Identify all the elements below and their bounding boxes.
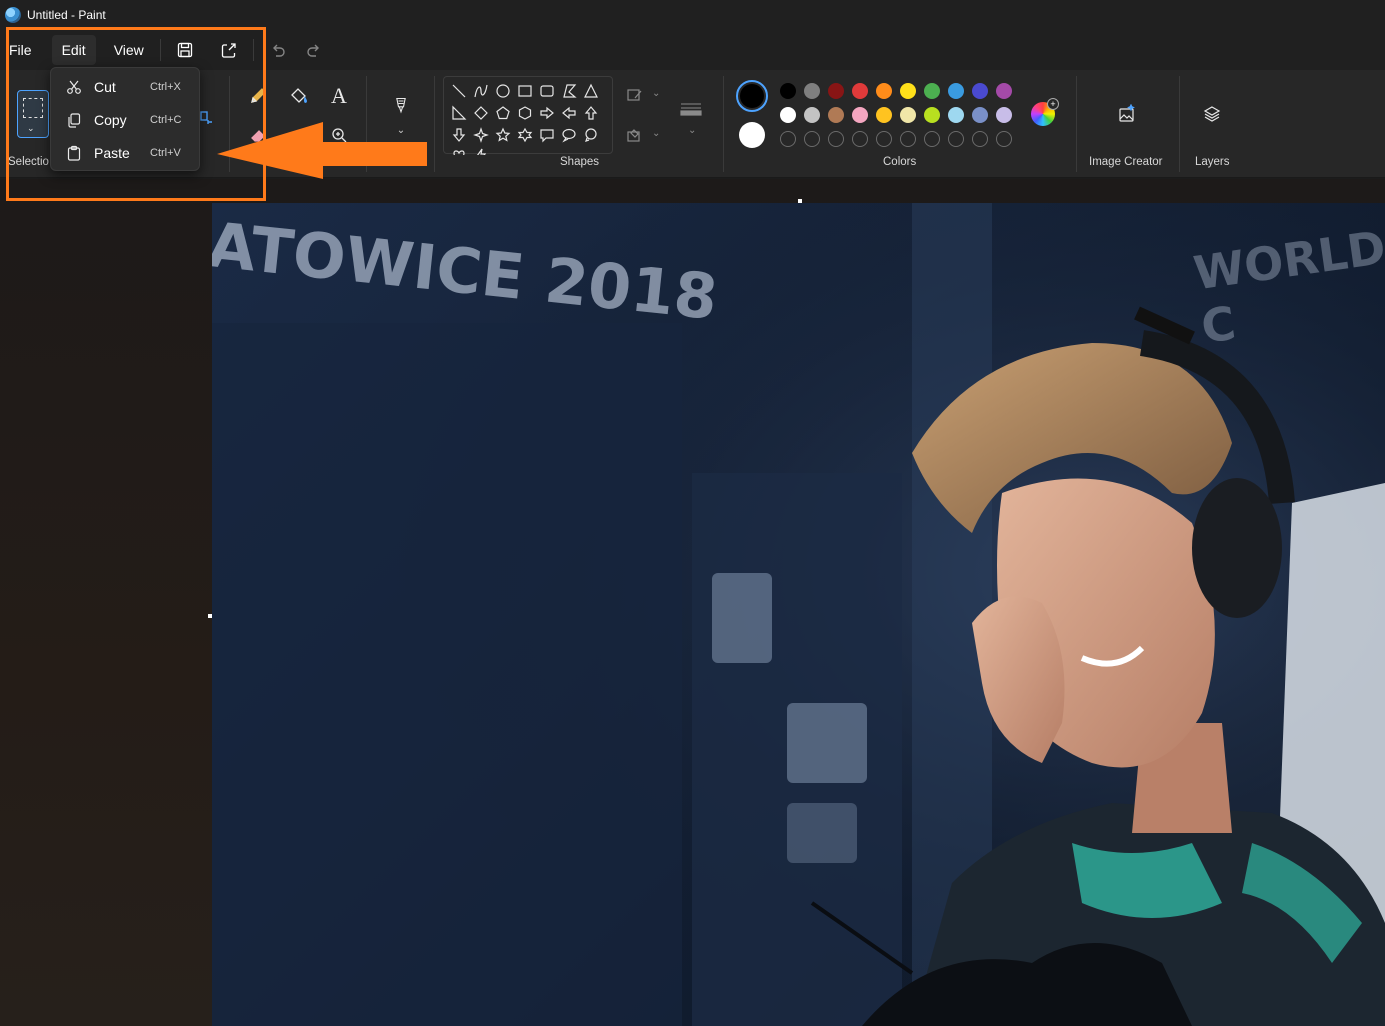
lightning-shape-icon[interactable] [473,147,489,155]
right-triangle-shape-icon[interactable] [451,105,467,121]
color-swatch[interactable] [996,107,1012,123]
paint-bucket-icon [291,88,308,103]
color-swatch[interactable] [804,83,820,99]
outline-pen-icon [627,89,642,101]
color-swatch[interactable] [828,107,844,123]
up-arrow-shape-icon[interactable] [583,105,599,121]
four-point-star-shape-icon[interactable] [473,127,489,143]
color-swatch[interactable] [948,107,964,123]
layers-button[interactable] [1200,102,1224,126]
primary-color-fill [740,84,764,108]
polygon-shape-icon[interactable] [561,83,577,99]
custom-color-slot[interactable] [900,131,916,147]
oval-callout-shape-icon[interactable] [561,127,577,143]
color-swatch[interactable] [852,107,868,123]
layers-icon [1203,106,1221,122]
secondary-color-swatch[interactable] [739,122,765,148]
line-shape-icon[interactable] [451,83,467,99]
image-creator-label: Image Creator [1089,156,1163,168]
rounded-rectangle-shape-icon[interactable] [539,83,555,99]
color-swatch[interactable] [948,83,964,99]
image-creator-button[interactable] [1115,102,1139,126]
text-a-icon: A [331,83,347,108]
triangle-shape-icon[interactable] [583,83,599,99]
window-title: Untitled - Paint [27,8,106,22]
custom-color-slot[interactable] [948,131,964,147]
layers-label: Layers [1195,156,1230,168]
color-swatch[interactable] [876,83,892,99]
shape-outline-button[interactable] [626,86,644,109]
rectangle-shape-icon[interactable] [517,83,533,99]
shapes-gallery [443,76,613,155]
redo-icon [307,44,319,57]
custom-color-slot[interactable] [852,131,868,147]
undo-icon [272,44,285,57]
line-width-icon [680,103,702,116]
diamond-shape-icon[interactable] [473,105,489,121]
color-swatch[interactable] [828,83,844,99]
canvas-image[interactable]: ATOWICE 2018 WORLD C [212,203,1385,1026]
redo-button[interactable] [296,35,332,65]
color-swatch[interactable] [972,107,988,123]
color-swatch[interactable] [780,83,796,99]
right-arrow-shape-icon[interactable] [539,105,555,121]
annotation-arrow [217,122,427,179]
six-point-star-shape-icon[interactable] [517,127,533,143]
paint-app-icon [5,7,21,23]
color-swatch[interactable] [804,107,820,123]
hexagon-shape-icon[interactable] [517,105,533,121]
shape-fill-button[interactable] [626,126,644,149]
color-swatch[interactable] [780,107,796,123]
primary-color-swatch[interactable] [736,80,768,112]
ribbon-divider [1179,76,1180,172]
cloud-callout-shape-icon[interactable] [583,127,599,143]
stroke-size-button[interactable] [679,100,703,123]
edit-colors-button[interactable]: + [1031,98,1059,126]
custom-color-slot[interactable] [828,131,844,147]
ribbon-divider [1076,76,1077,172]
ribbon-divider [723,76,724,172]
shapes-group-label: Shapes [560,156,600,168]
color-swatch[interactable] [996,83,1012,99]
chevron-down-icon[interactable]: ⌄ [652,128,660,139]
fill-bucket-icon [627,129,640,142]
custom-color-slot[interactable] [804,131,820,147]
five-point-star-shape-icon[interactable] [495,127,511,143]
color-swatch[interactable] [876,107,892,123]
ribbon-divider [434,76,435,172]
chevron-down-icon[interactable]: ⌄ [652,88,660,99]
colors-group-label: Colors [883,156,917,168]
fill-tool-button[interactable] [287,84,311,108]
image-sparkle-icon [1119,104,1135,122]
color-swatch[interactable] [900,83,916,99]
heart-shape-icon[interactable] [451,147,467,155]
rect-callout-shape-icon[interactable] [539,127,555,143]
color-swatch[interactable] [852,83,868,99]
custom-color-slot[interactable] [780,131,796,147]
plus-icon: + [1047,98,1059,110]
brushes-button[interactable] [389,92,413,120]
chevron-down-icon[interactable]: ⌄ [688,125,696,136]
pentagon-shape-icon[interactable] [495,105,511,121]
color-swatch[interactable] [924,107,940,123]
color-swatch[interactable] [972,83,988,99]
down-arrow-shape-icon[interactable] [451,127,467,143]
text-tool-button[interactable]: A [327,83,351,108]
custom-color-slot[interactable] [972,131,988,147]
custom-color-slot[interactable] [996,131,1012,147]
color-swatch[interactable] [900,107,916,123]
custom-color-slot[interactable] [924,131,940,147]
brush-icon [396,97,406,114]
title-bar: Untitled - Paint [0,0,1385,30]
curve-shape-icon[interactable] [473,83,489,99]
oval-shape-icon[interactable] [495,83,511,99]
custom-color-slot[interactable] [876,131,892,147]
color-swatch[interactable] [924,83,940,99]
left-arrow-shape-icon[interactable] [561,105,577,121]
